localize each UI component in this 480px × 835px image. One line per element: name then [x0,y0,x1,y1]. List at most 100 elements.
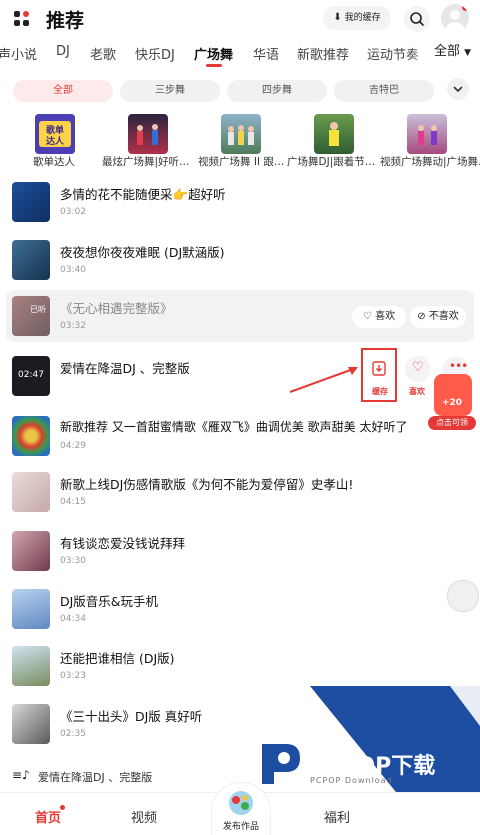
playlist-label: 视频广场舞动|广场舞… [380,156,480,168]
song-row[interactable]: 有钱谈恋爱没钱说拜拜 03:30 [0,525,480,583]
active-tab-indicator [206,64,222,67]
listened-badge: 已听 [30,305,46,314]
notification-dot [462,4,469,11]
song-duration: 03:40 [60,265,86,275]
like-button[interactable]: ♡ 喜欢 [352,306,406,328]
dancers-image [137,124,158,145]
song-row-content: 已听 《无心相遇完整版》 03:32 ♡ 喜欢 ⊘ 不喜欢 [0,290,480,348]
tab-category[interactable]: 快乐DJ [135,44,175,63]
song-title: 《三十出头》DJ版 真好听 [60,709,203,724]
song-title: 新歌上线DJ伤感情歌版《为何不能为爱停留》史孝山! [60,477,354,492]
nav-home[interactable]: 首页 [35,807,61,826]
row-like-label: 喜欢 [409,387,425,396]
song-duration: 04:15 [60,497,86,507]
song-row[interactable]: 新歌上线DJ伤感情歌版《为何不能为爱停留》史孝山! 04:15 [0,466,480,524]
song-title: DJ版音乐&玩手机 [60,594,159,609]
heart-icon: ♡ [362,311,372,322]
download-highlight-box [361,348,397,402]
song-duration: 03:32 [60,321,86,331]
chevron-down-icon [453,86,463,93]
tab-category[interactable]: 运动节奏 [367,44,419,63]
caret-down-icon: ▼ [464,48,472,58]
my-cache-button[interactable]: ⬇ 我的缓存 [323,6,391,30]
floating-scroll-button[interactable] [447,580,479,612]
song-thumbnail [12,416,50,456]
top-bar: 推荐 ⬇ 我的缓存 [0,0,480,38]
chip-jitterbug[interactable]: 吉特巴 [334,80,434,102]
song-title: 夜夜想你夜夜难眠 (DJ默涵版) [60,245,225,260]
tab-category[interactable]: DJ [56,44,70,59]
globe-icon [229,791,253,815]
tab-category[interactable]: 新歌推荐 [297,44,349,63]
playlist-label: 歌单达人 [33,156,75,168]
pointer-arrow-icon [289,367,358,393]
song-title: 《无心相遇完整版》 [60,301,173,316]
song-thumbnail [12,472,50,512]
song-thumbnail [12,531,50,571]
all-dropdown-label: 全部 [434,44,461,59]
dislike-button[interactable]: ⊘ 不喜欢 [410,306,466,328]
publish-button[interactable]: 发布作品 [211,782,271,835]
apps-grid-icon[interactable] [14,11,30,27]
tab-category-active[interactable]: 广场舞 [194,44,233,63]
nav-video[interactable]: 视频 [131,807,157,826]
mini-player-title: 爱情在降温DJ 、完整版 [38,771,153,784]
song-title: 有钱谈恋爱没钱说拜拜 [60,536,186,551]
song-thumbnail [12,589,50,629]
song-duration: 04:34 [60,614,86,624]
song-row[interactable]: 夜夜想你夜夜难眠 (DJ默涵版) 03:40 [0,234,480,292]
chip-three-step[interactable]: 三步舞 [120,80,220,102]
tab-category[interactable]: 声小说 [0,44,37,63]
all-categories-dropdown[interactable]: 全部 ▼ [426,38,480,68]
svg-text:歌单: 歌单 [46,124,64,136]
chip-four-step[interactable]: 四步舞 [227,80,327,102]
dancer-image [329,122,339,146]
dancers-image [418,125,437,145]
song-thumbnail [12,240,50,280]
heart-icon: ♡ [412,360,424,375]
playlist-cover[interactable] [221,114,261,154]
playlist-cover-art: 歌单 达人 [35,114,75,154]
mini-heart-icon[interactable]: ♡ [340,765,353,781]
more-dots-icon: ••• [449,359,468,373]
song-row[interactable]: DJ版音乐&玩手机 04:34 [0,583,480,641]
playlist-queue-icon: ≡♪ [12,768,30,782]
song-thumbnail [12,646,50,686]
song-duration: 03:23 [60,671,86,681]
svg-text:达人: 达人 [46,135,65,147]
playlist-label: 最炫广场舞|好听… [102,156,190,168]
page-title: 推荐 [46,10,85,32]
tab-category[interactable]: 老歌 [90,44,116,63]
playlist-cover[interactable] [314,114,354,154]
expand-chips-button[interactable] [447,78,469,100]
song-row[interactable]: 多情的花不能随便采👉超好听 03:02 [0,176,480,234]
song-row[interactable]: 02:47 爱情在降温DJ 、完整版 缓存 ♡ 喜欢 ••• [0,350,480,408]
playlist-cover[interactable]: 歌单 达人 [35,114,75,154]
thumbnail-time-text: 02:47 [18,370,44,380]
playlist-label: 广场舞DJ|跟着节… [287,156,376,168]
publish-label: 发布作品 [222,822,259,832]
tab-category[interactable]: 华语 [253,44,279,63]
download-icon: ⬇ [333,12,342,23]
dislike-heart-icon: ⊘ [417,311,426,322]
song-title: 还能把谁相信 (DJ版) [60,651,175,666]
song-duration: 03:02 [60,207,86,217]
nav-welfare[interactable]: 福利 [324,807,350,826]
search-icon [410,12,424,26]
chip-all[interactable]: 全部 [13,80,113,102]
song-duration: 04:29 [60,441,86,451]
nav-home-dot [60,805,65,810]
song-row[interactable]: 新歌推荐 又一首甜蜜情歌《雁双飞》曲调优美 歌声甜美 太好听了 04:29 [0,410,480,468]
category-tabs: 声小说 DJ 老歌 快乐DJ 广场舞 华语 新歌推荐 运动节奏 [0,38,480,68]
my-cache-label: 我的缓存 [344,13,381,23]
song-thumbnail [12,182,50,222]
avatar[interactable] [441,4,469,32]
song-thumbnail: 02:47 [12,356,50,396]
song-duration: 03:30 [60,556,86,566]
playlist-cover[interactable] [407,114,447,154]
search-button[interactable] [404,6,430,32]
playlist-cover[interactable] [128,114,168,154]
dancers-image [228,125,254,145]
dislike-label: 不喜欢 [428,311,459,322]
song-title: 多情的花不能随便采👉超好听 [60,187,226,202]
